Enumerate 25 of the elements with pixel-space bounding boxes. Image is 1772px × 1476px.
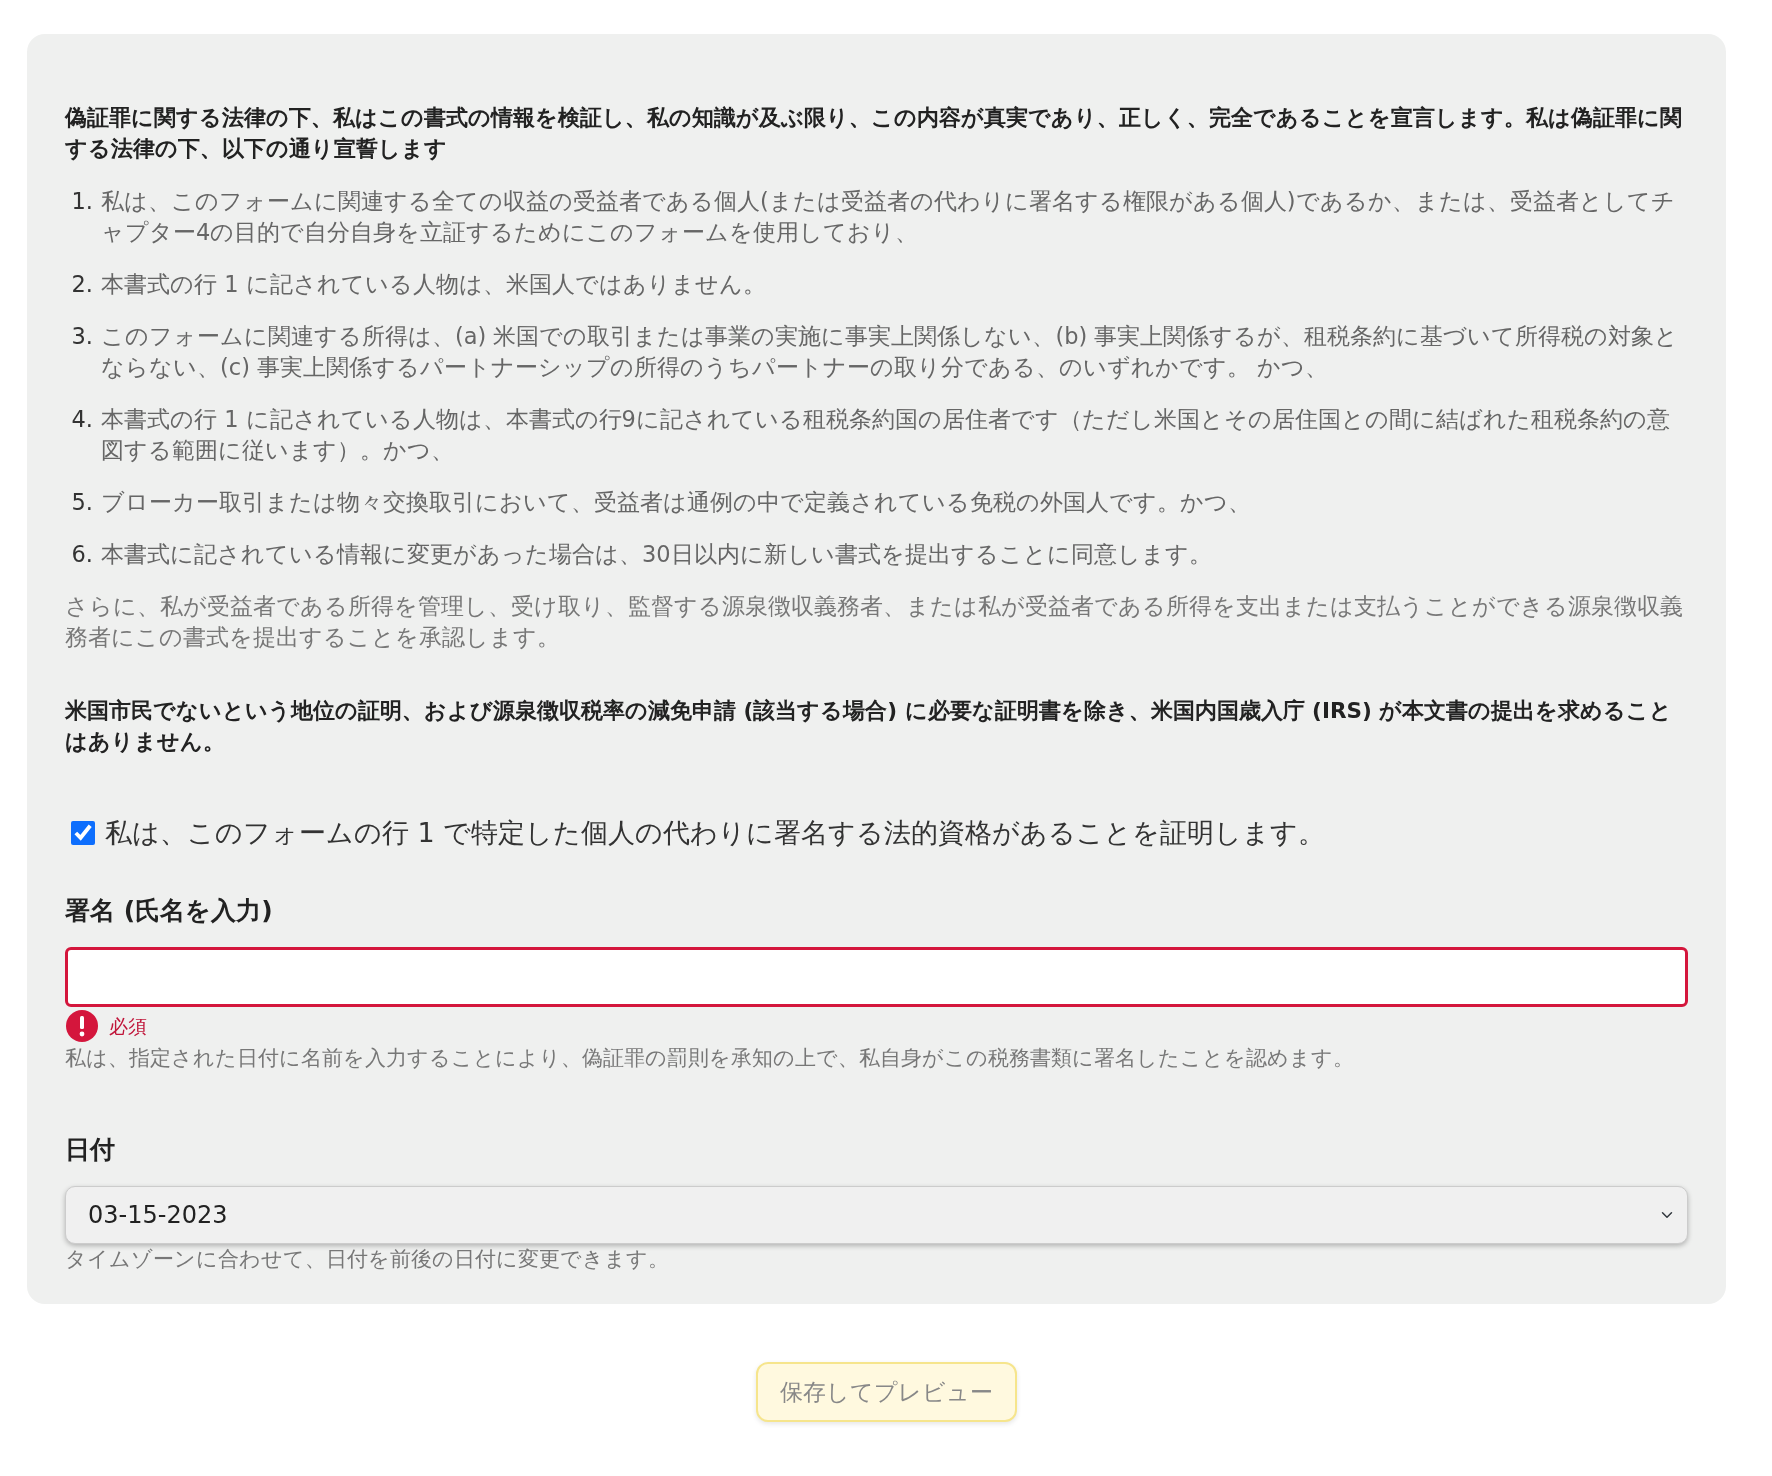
list-number: 3. [70, 322, 94, 351]
help-text: 私は、指定された日付に名前を入力することにより、偽証罪の罰則を承知の上で、私自身がこの税務書類に署名したことを認めます。 [65, 1045, 1355, 1072]
list-item-text: 本書式の行 1 に記されている人物は、本書式の行9に記されている租税条約国の居住者です（ただし米国とその居住国との間に結ばれた租税条約の意図する範囲に従います）。かつ、 [101, 405, 1671, 465]
date-select[interactable]: 03-15-2023 [65, 1186, 1688, 1244]
list-number: 1. [70, 187, 94, 216]
notice-text: 米国市民でないという地位の証明、および源泉徴収税率の減免申請 (該当する場合) に必要な証明書を除き、米国内国歳入庁 (IRS) が本文書の提出を求めることはありません。 [65, 697, 1674, 756]
help-text: タイムゾーンに合わせて、日付を前後の日付に変更できます。 [65, 1246, 670, 1273]
list-item-text: 本書式に記されている情報に変更があった場合は、30日以内に新しい書式を提出することに同意します。 [101, 540, 1212, 569]
list-item-text: このフォームに関連する所得は、(a) 米国での取引または事業の実施に事実上関係しない、(b) 事実上関係するが、租税条約に基づいて所得税の対象とならない、(c) 事実上関係するパートナーシップの所得のうちパートナーの取り分である、のいずれかです。 かつ、 [101, 322, 1680, 382]
list-item-text: 私は、このフォームに関連する全ての収益の受益者である個人(または受益者の代わりに署名する権限がある個人)であるか、または、受益者としてチャプター4の目的で自分自身を立証するためにこのフォームを使用しており、 [101, 187, 1676, 247]
authorization-text: さらに、私が受益者である所得を管理し、受け取り、監督する源泉徴収義務者、または私が受益者である所得を支出または支払うことができる源泉徴収義務者にこの書式を提出することを承認します。 [65, 592, 1684, 652]
field-label: 署名 (氏名を入力) [65, 894, 273, 927]
field-label: 日付 [65, 1133, 115, 1166]
checkbox-label: 私は、このフォームの行 1 で特定した個人の代わりに署名する法的資格があることを証明します。 [105, 816, 1326, 850]
list-item-text: 本書式の行 1 に記されている人物は、米国人ではありません。 [101, 270, 766, 299]
list-number: 2. [70, 270, 94, 299]
list-number: 5. [70, 488, 94, 517]
list-number: 4. [70, 405, 94, 434]
declaration-heading: 偽証罪に関する法律の下、私はこの書式の情報を検証し、私の知識が及ぶ限り、この内容が真実であり、正しく、完全であることを宣言します。私は偽証罪に関する法律の下、以下の通り宣誓します [65, 104, 1683, 163]
error-text: 必須 [109, 1013, 147, 1039]
list-item-text: ブローカー取引または物々交換取引において、受益者は通例の中で定義されている免税の外国人です。かつ、 [101, 488, 1251, 517]
list-number: 6. [70, 540, 94, 569]
error-icon [65, 1009, 99, 1043]
signature-field[interactable] [65, 947, 1688, 1007]
checkbox[interactable] [71, 821, 95, 846]
